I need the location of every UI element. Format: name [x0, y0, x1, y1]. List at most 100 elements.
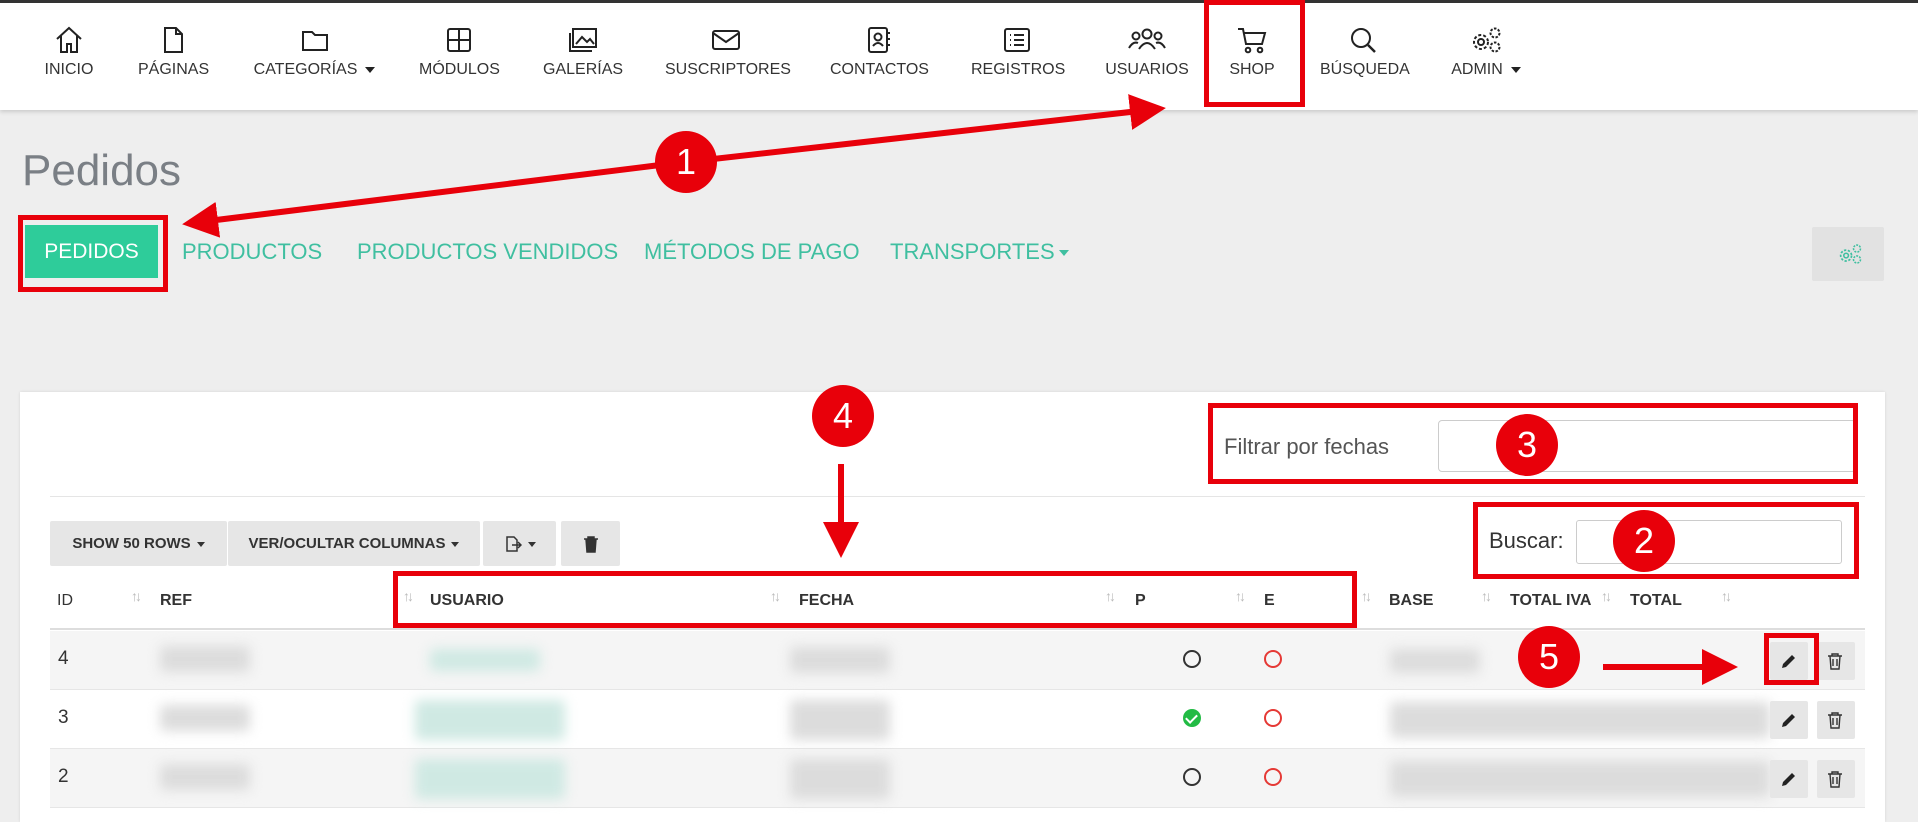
nav-item-galerias[interactable]: GALERÍAS — [543, 25, 623, 95]
sort-icon[interactable]: ↑↓ — [131, 588, 142, 604]
redacted-user[interactable] — [415, 700, 565, 740]
nav-label: CATEGORÍAS — [253, 61, 358, 78]
nav-label: CONTACTOS — [830, 61, 929, 78]
tab-productos-vendidos[interactable]: PRODUCTOS VENDIDOS — [357, 239, 618, 265]
nav-label: BÚSQUEDA — [1320, 61, 1410, 78]
annotation-badge-5: 5 — [1518, 626, 1580, 688]
nav-label: REGISTROS — [971, 61, 1066, 78]
tab-label: TRANSPORTES — [890, 239, 1055, 264]
column-header-usuario[interactable]: USUARIO — [430, 592, 504, 610]
export-icon — [505, 536, 522, 552]
trash-icon — [583, 536, 598, 553]
column-header-fecha[interactable]: FECHA — [799, 592, 854, 610]
sort-icon[interactable]: ↑↓ — [403, 588, 414, 604]
export-button[interactable] — [483, 521, 556, 566]
sent-status-icon[interactable] — [1264, 709, 1282, 727]
home-icon — [56, 26, 82, 53]
tab-productos[interactable]: PRODUCTOS — [182, 239, 322, 265]
sent-status-icon[interactable] — [1264, 650, 1282, 668]
delete-button[interactable] — [1817, 760, 1855, 798]
modules-icon — [447, 28, 471, 52]
nav-item-categorias[interactable]: CATEGORÍAS — [252, 25, 377, 95]
edit-button[interactable] — [1770, 642, 1808, 680]
redacted-base — [1390, 649, 1480, 673]
sort-icon[interactable]: ↑↓ — [770, 588, 781, 604]
cell-id: 4 — [58, 648, 69, 669]
column-header-e[interactable]: E — [1264, 592, 1275, 610]
pencil-icon — [1782, 773, 1795, 786]
column-header-base[interactable]: BASE — [1389, 592, 1433, 610]
edit-button[interactable] — [1770, 760, 1808, 798]
column-header-total[interactable]: TOTAL — [1630, 592, 1682, 610]
nav-label: USUARIOS — [1105, 61, 1189, 78]
nav-item-busqueda[interactable]: BÚSQUEDA — [1320, 25, 1410, 95]
delete-button[interactable] — [1817, 642, 1855, 680]
nav-item-registros[interactable]: REGISTROS — [971, 25, 1066, 95]
nav-item-paginas[interactable]: PÁGINAS — [138, 25, 209, 95]
sort-icon[interactable]: ↑↓ — [1105, 588, 1116, 604]
top-navbar: INICIO PÁGINAS CATEGORÍAS MÓDULOS GALERÍ… — [0, 0, 1918, 110]
sort-icon[interactable]: ↑↓ — [1235, 588, 1246, 604]
redacted-amounts — [1390, 702, 1770, 738]
table-row[interactable]: 4 — [50, 631, 1865, 690]
paid-check-icon[interactable] — [1183, 709, 1201, 727]
toggle-columns-label: VER/OCULTAR COLUMNAS — [248, 535, 446, 552]
divider — [50, 496, 1865, 497]
tab-transportes[interactable]: TRANSPORTES — [890, 239, 1069, 265]
paid-status-icon[interactable] — [1183, 768, 1201, 786]
settings-button[interactable] — [1812, 227, 1884, 281]
show-rows-button[interactable]: SHOW 50 ROWS — [50, 521, 227, 566]
cart-icon — [1238, 28, 1267, 54]
envelope-icon — [712, 30, 740, 50]
redacted-date — [790, 759, 890, 799]
cell-id: 3 — [58, 707, 69, 728]
trash-icon — [1828, 712, 1842, 729]
delete-button[interactable] — [1817, 701, 1855, 739]
redacted-date — [790, 647, 890, 673]
edit-button[interactable] — [1770, 701, 1808, 739]
sort-icon[interactable]: ↑↓ — [1721, 588, 1732, 604]
nav-item-shop[interactable]: SHOP — [1224, 25, 1280, 95]
column-header-ref[interactable]: REF — [160, 592, 192, 610]
show-rows-label: SHOW 50 ROWS — [72, 535, 191, 552]
nav-label: GALERÍAS — [543, 61, 624, 78]
column-header-total-iva[interactable]: TOTAL IVA — [1510, 592, 1591, 610]
paid-status-icon[interactable] — [1183, 650, 1201, 668]
sort-icon[interactable]: ↑↓ — [1361, 588, 1372, 604]
nav-item-inicio[interactable]: INICIO — [44, 25, 94, 95]
gears-icon — [1839, 244, 1862, 264]
sort-icon[interactable]: ↑↓ — [1601, 588, 1612, 604]
delete-selected-button[interactable] — [561, 521, 620, 566]
tab-metodos-de-pago[interactable]: MÉTODOS DE PAGO — [644, 239, 860, 265]
trash-icon — [1828, 653, 1842, 670]
table-row[interactable]: 2 — [50, 749, 1865, 808]
column-header-p[interactable]: P — [1135, 592, 1146, 610]
nav-label: MÓDULOS — [419, 61, 500, 78]
nav-item-contactos[interactable]: CONTACTOS — [830, 25, 929, 95]
nav-item-usuarios[interactable]: USUARIOS — [1105, 25, 1189, 95]
search-label: Buscar: — [1489, 528, 1564, 553]
redacted-user[interactable] — [430, 649, 540, 671]
nav-item-suscriptores[interactable]: SUSCRIPTORES — [665, 25, 791, 95]
column-header-id[interactable]: ID — [57, 592, 73, 610]
pencil-icon — [1782, 714, 1795, 727]
tab-pedidos[interactable]: PEDIDOS — [25, 225, 158, 278]
page-title: Pedidos — [22, 146, 182, 195]
redacted-user[interactable] — [415, 759, 565, 799]
nav-item-modulos[interactable]: MÓDULOS — [419, 25, 500, 95]
search-icon — [1351, 28, 1376, 53]
list-icon — [1004, 28, 1030, 52]
users-icon — [1128, 28, 1166, 50]
chevron-down-icon — [365, 66, 376, 73]
annotation-badge-3: 3 — [1496, 414, 1558, 476]
annotation-badge-2: 2 — [1613, 510, 1675, 572]
chevron-down-icon — [527, 541, 536, 547]
sort-icon[interactable]: ↑↓ — [1481, 588, 1492, 604]
sent-status-icon[interactable] — [1264, 768, 1282, 786]
toggle-columns-button[interactable]: VER/OCULTAR COLUMNAS — [228, 521, 480, 566]
table-row[interactable]: 3 — [50, 690, 1865, 749]
annotation-badge-4: 4 — [812, 385, 874, 447]
nav-item-admin[interactable]: ADMIN — [1450, 25, 1522, 95]
redacted-date — [790, 700, 890, 740]
chevron-down-icon — [1058, 250, 1069, 257]
